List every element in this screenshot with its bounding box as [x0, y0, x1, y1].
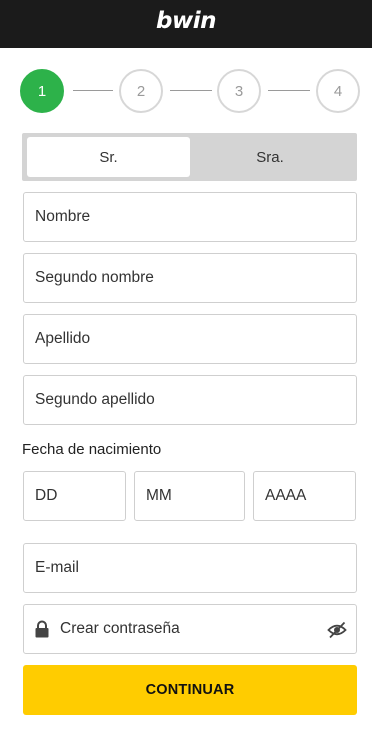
- last-name-placeholder: Apellido: [35, 330, 91, 347]
- password-placeholder: Crear contraseña: [60, 620, 180, 637]
- birth-month-placeholder: MM: [146, 487, 172, 504]
- registration-stepper: 1 2 3 4: [20, 69, 360, 113]
- birth-year-field[interactable]: AAAA: [253, 471, 356, 521]
- birthdate-label: Fecha de nacimiento: [22, 441, 162, 458]
- middle-name-placeholder: Segundo nombre: [35, 269, 154, 286]
- step-2: 2: [119, 69, 163, 113]
- app-header: bwin: [0, 0, 372, 48]
- middle-name-field[interactable]: Segundo nombre: [23, 253, 357, 303]
- title-toggle: Sr. Sra.: [22, 133, 357, 181]
- second-last-name-field[interactable]: Segundo apellido: [23, 375, 357, 425]
- step-4: 4: [316, 69, 360, 113]
- title-option-sr[interactable]: Sr.: [27, 137, 190, 177]
- birth-day-field[interactable]: DD: [23, 471, 126, 521]
- eye-off-icon[interactable]: [327, 620, 347, 640]
- step-connector: [170, 90, 212, 91]
- last-name-field[interactable]: Apellido: [23, 314, 357, 364]
- email-placeholder: E-mail: [35, 559, 79, 576]
- birth-month-field[interactable]: MM: [134, 471, 245, 521]
- title-option-sra[interactable]: Sra.: [190, 137, 350, 177]
- email-field[interactable]: E-mail: [23, 543, 357, 593]
- password-field[interactable]: Crear contraseña: [23, 604, 357, 654]
- birth-day-placeholder: DD: [35, 487, 58, 504]
- first-name-field[interactable]: Nombre: [23, 192, 357, 242]
- step-3: 3: [217, 69, 261, 113]
- lock-icon: [35, 620, 49, 638]
- step-connector: [73, 90, 113, 91]
- step-connector: [268, 90, 310, 91]
- birth-year-placeholder: AAAA: [265, 487, 307, 504]
- second-last-name-placeholder: Segundo apellido: [35, 391, 155, 408]
- continue-button[interactable]: CONTINUAR: [23, 665, 357, 715]
- step-1: 1: [20, 69, 64, 113]
- first-name-placeholder: Nombre: [35, 208, 91, 225]
- bwin-logo: bwin: [156, 8, 216, 34]
